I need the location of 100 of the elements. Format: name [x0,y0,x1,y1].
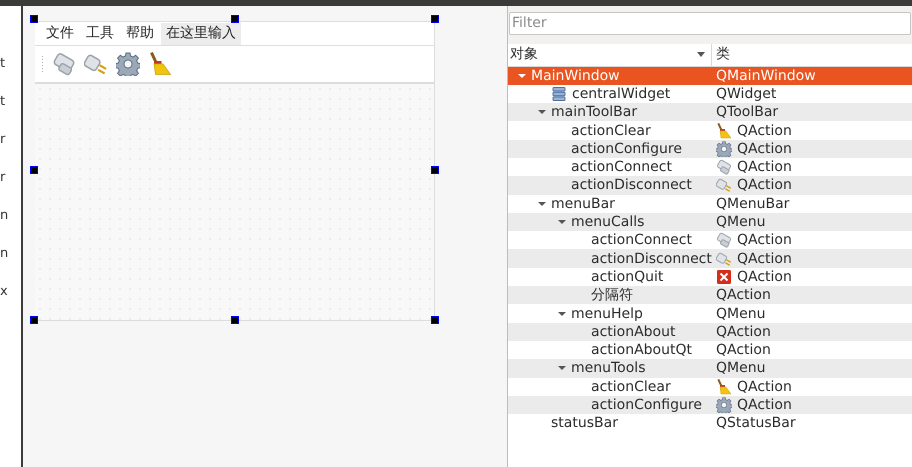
resize-handle[interactable] [30,316,38,324]
gear-icon [116,52,140,76]
cut-text: t [0,56,6,73]
tree-row[interactable]: actionConfigure QAction [508,396,912,414]
class-name: QAction [737,233,792,248]
cut-text: x [0,284,9,301]
expanded-arrow-icon[interactable] [518,72,526,80]
tree-row[interactable]: actionAboutQt QAction [508,340,912,360]
class-name: QToolBar [716,105,778,120]
tree-row[interactable]: 分隔符 QAction [508,286,912,304]
class-name: QAction [716,324,771,339]
type-here-placeholder[interactable]: 在这里输入 [161,22,241,44]
tree-row[interactable]: menuTools QMenu [508,359,912,378]
object-name: statusBar [551,416,618,430]
filter-field[interactable]: Filter [509,12,911,34]
object-name: menuCalls [571,215,644,230]
toolbar-action[interactable] [84,52,108,76]
tree-row[interactable]: actionDisconnect QAction [508,176,912,195]
class-name: QWidget [716,86,776,101]
object-name: actionConfigure [571,142,682,156]
tree-row[interactable]: menuCalls QMenu [508,212,912,232]
resize-handle[interactable] [431,15,439,23]
resize-handle[interactable] [231,15,239,23]
resize-handle[interactable] [30,166,38,174]
object-name: 分隔符 [591,288,633,302]
unplugged-plug-icon [84,52,108,76]
class-name: QMenu [716,306,766,320]
class-name: QMainWindow [716,68,816,83]
resize-handle[interactable] [431,166,439,174]
tree-row[interactable]: actionDisconnect QAction [508,249,912,268]
plug-icon [716,232,732,248]
plug-icon [716,159,732,176]
class-name: QAction [737,124,792,138]
tree-row[interactable]: actionConfigure QAction [508,140,912,158]
sort-caret-icon [697,52,705,57]
class-name: QAction [716,343,771,358]
object-name: MainWindow [531,68,620,83]
close-icon [716,268,732,285]
toolbar-action[interactable] [116,52,140,76]
unplugged-plug-icon [716,177,732,194]
resize-handle[interactable] [431,316,439,324]
class-name: QAction [737,160,792,174]
broom-icon [148,52,172,76]
gear-icon [716,396,732,413]
expanded-arrow-icon[interactable] [558,364,566,372]
expanded-arrow-icon[interactable] [558,218,566,226]
class-name: QMenuBar [716,196,790,211]
expanded-arrow-icon[interactable] [538,108,546,116]
class-name: QAction [716,288,771,302]
class-name: QAction [737,380,792,394]
broom-icon [716,378,732,395]
cut-text: r [0,170,6,187]
tree-row[interactable]: actionConnect QAction [508,231,912,250]
object-name: actionAbout [591,324,676,339]
gear-icon [716,140,732,157]
tree-row[interactable]: menuBar QMenuBar [508,194,912,213]
toolbar-action[interactable] [148,52,172,76]
menu-item[interactable]: 工具 [81,22,119,44]
object-name: actionConfigure [591,398,702,412]
object-name: menuBar [551,196,615,211]
cut-text: t [0,94,6,111]
object-name: centralWidget [572,86,670,101]
object-name: actionDisconnect [591,252,712,266]
tree-row[interactable]: actionClear QAction [508,378,912,396]
layout-icon [551,86,567,102]
tree-row[interactable]: actionConnect QAction [508,158,912,176]
resize-handle[interactable] [30,15,38,23]
object-name: actionConnect [591,233,692,248]
object-name: mainToolBar [551,105,638,120]
object-name: actionDisconnect [571,178,692,192]
object-name: actionClear [571,124,651,138]
menu-item[interactable]: 文件 [41,22,79,44]
menu-item[interactable]: 帮助 [121,22,159,44]
class-name: QAction [737,142,792,156]
object-name: actionClear [591,380,671,394]
class-name: QAction [737,270,792,284]
class-name: QAction [737,178,792,192]
cut-text: r [0,132,6,149]
object-name: actionConnect [571,160,672,174]
cut-text: n [0,246,10,263]
column-header[interactable]: 类 [712,44,912,66]
tree-row[interactable]: actionAbout QAction [508,322,912,341]
object-name: actionQuit [591,270,664,284]
cut-text: n [0,208,10,225]
class-name: QMenu [716,215,766,230]
class-name: QAction [737,398,792,412]
class-name: QStatusBar [716,416,796,430]
column-header[interactable]: 对象 [508,44,712,66]
expanded-arrow-icon[interactable] [538,200,546,208]
object-name: actionAboutQt [591,343,692,358]
resize-handle[interactable] [231,316,239,324]
expanded-arrow-icon[interactable] [558,310,566,318]
object-name: menuHelp [571,306,643,320]
class-name: QAction [737,252,792,266]
broom-icon [716,122,732,139]
tree-row[interactable]: MainWindow QMainWindow [508,66,912,85]
tree-row[interactable]: mainToolBar QToolBar [508,103,912,122]
unplugged-plug-icon [716,250,732,267]
object-name: menuTools [571,361,646,376]
class-name: QMenu [716,361,766,376]
